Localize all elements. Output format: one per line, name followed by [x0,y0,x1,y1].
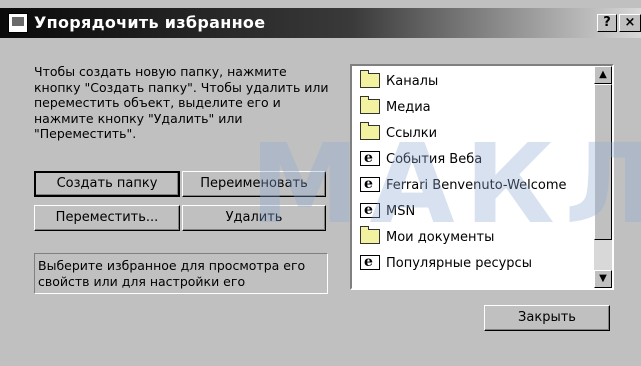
list-item[interactable]: Медиа [360,96,431,118]
web-page-icon [360,200,380,220]
favorites-window-icon [8,13,28,33]
close-button[interactable]: Закрыть [484,305,610,331]
list-item[interactable]: Ferrari Benvenuto-Welcome [360,174,567,196]
selection-info-box: Выберите избранное для просмотра его сво… [34,253,328,294]
list-item[interactable]: Ссылки [360,122,438,144]
folder-icon [360,70,380,88]
scroll-down-button[interactable]: ▼ [594,270,612,288]
web-page-icon [360,148,380,168]
help-button[interactable]: ? [597,14,617,32]
list-item-label: Ferrari Benvenuto-Welcome [386,178,567,193]
list-item-label: Медиа [386,100,431,115]
web-page-icon [360,174,380,194]
instructions-text: Чтобы создать новую папку, нажмите кнопк… [34,64,329,141]
list-item-label: MSN [386,204,416,219]
list-item[interactable]: Каналы [360,70,439,92]
list-item-label: События Веба [386,152,483,167]
list-item[interactable]: Мои документы [360,226,495,248]
create-folder-button[interactable]: Создать папку [34,171,180,197]
list-item-label: Мои документы [386,230,495,245]
favorites-list[interactable]: Каналы Медиа Ссылки События Веба Ferrari… [350,64,614,290]
list-item-label: Каналы [386,74,439,89]
organize-favorites-dialog: Упорядочить избранное ? × Чтобы создать … [0,0,641,366]
scroll-thumb[interactable] [594,84,612,240]
title-bar[interactable]: Упорядочить избранное ? × [0,8,641,38]
scroll-up-button[interactable]: ▲ [594,66,612,84]
list-item-label: Популярные ресурсы [386,256,532,271]
delete-button[interactable]: Удалить [182,205,326,231]
folder-icon [360,122,380,140]
window-title: Упорядочить избранное [34,13,266,32]
folder-icon [360,96,380,114]
documents-folder-icon [360,226,380,244]
web-page-icon [360,252,380,272]
list-item[interactable]: События Веба [360,148,483,170]
vertical-scrollbar[interactable]: ▲ ▼ [594,66,612,288]
rename-button[interactable]: Переименовать [182,171,326,197]
list-item-label: Ссылки [386,126,438,141]
list-item[interactable]: Популярные ресурсы [360,252,532,274]
list-item[interactable]: MSN [360,200,416,222]
close-window-button[interactable]: × [619,14,641,32]
move-button[interactable]: Переместить... [34,205,180,231]
